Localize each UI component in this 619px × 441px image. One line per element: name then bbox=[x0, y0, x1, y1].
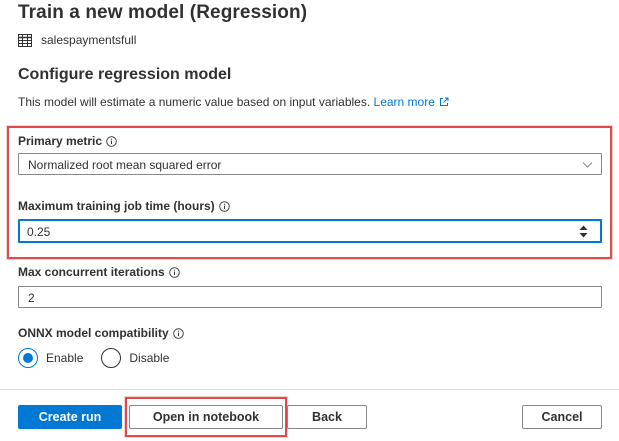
radio-enable-label: Enable bbox=[46, 351, 84, 365]
dataset-name: salespaymentsfull bbox=[41, 33, 137, 47]
radio-disable[interactable]: Disable bbox=[101, 348, 169, 368]
max-concurrent-label-text: Max concurrent iterations bbox=[18, 265, 165, 279]
primary-metric-select[interactable]: Normalized root mean squared error bbox=[18, 153, 602, 175]
primary-metric-label: Primary metric bbox=[18, 134, 117, 148]
radio-enable[interactable]: Enable bbox=[18, 348, 83, 368]
cancel-button[interactable]: Cancel bbox=[522, 405, 602, 429]
info-icon[interactable] bbox=[172, 327, 184, 339]
max-training-time-value: 0.25 bbox=[27, 225, 51, 239]
radio-unchecked-icon bbox=[101, 348, 122, 368]
max-concurrent-label: Max concurrent iterations bbox=[18, 265, 180, 279]
max-concurrent-input[interactable]: 2 bbox=[18, 286, 602, 308]
learn-more-link[interactable]: Learn more bbox=[374, 95, 449, 109]
description-text: This model will estimate a numeric value… bbox=[18, 95, 371, 109]
max-training-time-label-text: Maximum training job time (hours) bbox=[18, 199, 215, 213]
info-icon[interactable] bbox=[106, 135, 117, 147]
open-in-notebook-button[interactable]: Open in notebook bbox=[129, 405, 283, 429]
onnx-radio-group: Enable Disable bbox=[18, 348, 187, 368]
create-run-button[interactable]: Create run bbox=[18, 405, 122, 429]
info-icon[interactable] bbox=[168, 266, 180, 278]
chevron-down-icon bbox=[582, 159, 593, 170]
onnx-label-text: ONNX model compatibility bbox=[18, 326, 169, 340]
info-icon[interactable] bbox=[218, 200, 230, 212]
primary-metric-value: Normalized root mean squared error bbox=[28, 158, 222, 172]
section-title: Configure regression model bbox=[18, 66, 232, 83]
footer-divider bbox=[0, 389, 619, 390]
back-button[interactable]: Back bbox=[287, 405, 367, 429]
radio-checked-icon bbox=[18, 348, 38, 368]
max-concurrent-value: 2 bbox=[28, 291, 35, 305]
onnx-label: ONNX model compatibility bbox=[18, 326, 184, 340]
table-icon bbox=[18, 33, 32, 47]
external-link-icon bbox=[439, 96, 449, 106]
description: This model will estimate a numeric value… bbox=[18, 95, 449, 109]
primary-metric-label-text: Primary metric bbox=[18, 134, 103, 148]
spin-button-icon[interactable] bbox=[579, 225, 588, 238]
max-training-time-label: Maximum training job time (hours) bbox=[18, 199, 230, 213]
radio-disable-label: Disable bbox=[129, 351, 170, 365]
page-title: Train a new model (Regression) bbox=[18, 2, 308, 23]
dataset-row: salespaymentsfull bbox=[18, 32, 136, 48]
max-training-time-input[interactable]: 0.25 bbox=[18, 219, 602, 243]
learn-more-label: Learn more bbox=[373, 95, 435, 109]
